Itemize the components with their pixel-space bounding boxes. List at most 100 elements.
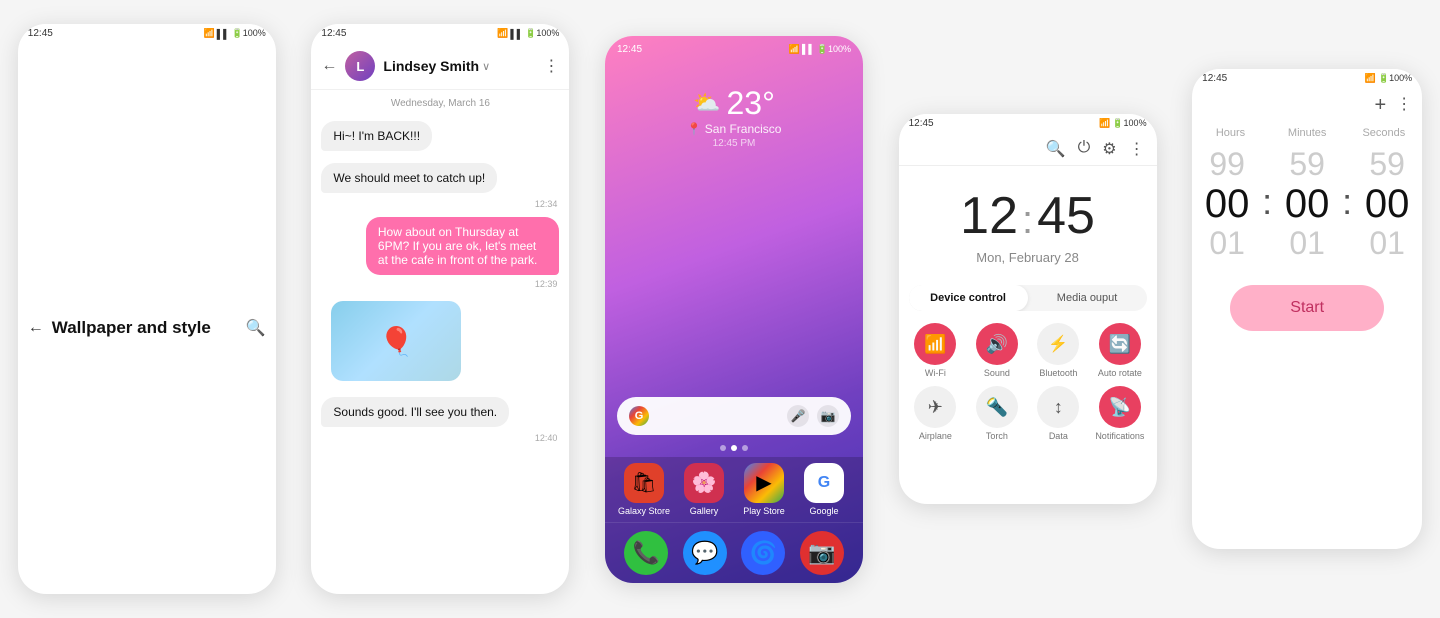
message-row-1: Hi~! I'm BACK!!!	[311, 117, 569, 155]
weather-time: 12:45 PM	[713, 138, 756, 149]
home-screen: 12:45 📶 ▌▌ 🔋100% ⛅ 23° 📍 San Francisco 1…	[605, 36, 863, 583]
more-timer-icon[interactable]: ⋮	[1396, 94, 1412, 117]
app-google[interactable]: G Google	[797, 463, 851, 516]
wifi-icon-4: 📶	[1099, 118, 1110, 129]
lock-top-icons: 🔍 ⏻ ⚙ ⋮	[899, 133, 1157, 166]
ctrl-sound-label: Sound	[984, 368, 1010, 378]
ctrl-sound[interactable]: 🔊 Sound	[970, 323, 1024, 378]
tab-media-output[interactable]: Media ouput	[1028, 285, 1147, 311]
chevron-down-icon[interactable]: ∨	[482, 60, 490, 73]
camera-search-icon[interactable]: 📷	[817, 405, 839, 427]
dock-phone[interactable]: 📞	[624, 531, 668, 575]
app-play-store[interactable]: ▶ Play Store	[737, 463, 791, 516]
more-options-icon[interactable]: ⋮	[543, 56, 559, 76]
battery-icon-home: 🔋100%	[817, 44, 851, 55]
messaging-screen: 12:45 📶 ▌▌ 🔋100% ← L Lindsey Smith ∨ ⋮ W…	[311, 24, 569, 594]
wifi-icon-home: 📶	[789, 44, 800, 55]
home-temp: 23°	[726, 85, 774, 122]
colon-2: :	[1342, 181, 1352, 227]
dock-galaxy[interactable]: 🌀	[741, 531, 785, 575]
status-time-4: 12:45	[909, 118, 934, 129]
seconds-top: 59	[1369, 147, 1405, 182]
city-name: San Francisco	[705, 122, 782, 136]
mic-icon[interactable]: 🎤	[787, 405, 809, 427]
wifi-icon-5: 📶	[1365, 73, 1376, 84]
data-circle: ↕	[1037, 386, 1079, 428]
battery-icon-5: 🔋100%	[1378, 73, 1412, 84]
status-time-5: 12:45	[1202, 73, 1227, 84]
app-galaxy-store[interactable]: 🛍 Galaxy Store	[617, 463, 671, 516]
battery-icon-4: 🔋100%	[1112, 118, 1146, 129]
status-bar-5: 12:45 📶 🔋100%	[1192, 69, 1422, 88]
message-list: Wednesday, March 16 Hi~! I'm BACK!!! We …	[311, 90, 569, 447]
status-bar-4: 12:45 📶 🔋100%	[899, 114, 1157, 133]
ctrl-notif-label: Notifications	[1095, 431, 1144, 441]
back-button[interactable]: ←	[28, 319, 44, 337]
contact-name: Lindsey Smith	[383, 58, 479, 74]
dock-camera[interactable]: 📷	[800, 531, 844, 575]
lock-icon-row: 🔍 ⏻ ⚙ ⋮	[1046, 139, 1145, 159]
search-icon-lock[interactable]: 🔍	[1046, 139, 1066, 159]
seconds-bot: 01	[1369, 226, 1405, 261]
power-icon[interactable]: ⏻	[1078, 139, 1091, 159]
quick-controls: 📶 Wi-Fi 🔊 Sound ⚡ Bluetooth 🔄 Auto rotat…	[899, 317, 1157, 447]
home-time: 12:45	[617, 44, 642, 55]
lock-tabs: Device control Media ouput	[909, 285, 1147, 311]
time-colon: :	[1022, 198, 1033, 243]
sound-circle: 🔊	[976, 323, 1018, 365]
battery-icon-2: 🔋100%	[525, 28, 559, 39]
page-dot	[742, 445, 748, 451]
hours-col: 99 00 01	[1192, 147, 1262, 261]
location-icon: 📍	[686, 122, 701, 136]
lock-hours: 12	[960, 186, 1018, 246]
msg-time: 12:39	[311, 279, 569, 289]
hours-bot: 01	[1209, 226, 1245, 261]
signal-icon-2: ▌▌	[510, 29, 523, 39]
ctrl-rotate[interactable]: 🔄 Auto rotate	[1093, 323, 1147, 378]
hours-top: 99	[1209, 147, 1245, 182]
app-label: Google	[809, 506, 838, 516]
more-icon[interactable]: ⋮	[1129, 139, 1145, 159]
app-gallery[interactable]: 🌸 Gallery	[677, 463, 731, 516]
weather-icon: ⛅	[693, 90, 720, 116]
settings-icon[interactable]: ⚙	[1102, 139, 1116, 159]
ctrl-wifi[interactable]: 📶 Wi-Fi	[909, 323, 963, 378]
app-label: Gallery	[690, 506, 719, 516]
message-row-3: How about on Thursday at 6PM? If you are…	[311, 213, 569, 289]
back-button-msg[interactable]: ←	[321, 57, 337, 75]
seconds-header: Seconds	[1356, 127, 1413, 139]
lock-date: Mon, February 28	[899, 250, 1157, 265]
ctrl-data-label: Data	[1049, 431, 1068, 441]
add-timer-icon[interactable]: +	[1374, 94, 1386, 117]
ctrl-torch[interactable]: 🔦 Torch	[970, 386, 1024, 441]
ctrl-bluetooth[interactable]: ⚡ Bluetooth	[1032, 323, 1086, 378]
tab-device-control[interactable]: Device control	[909, 285, 1028, 311]
ctrl-airplane[interactable]: ✈ Airplane	[909, 386, 963, 441]
msg-image-bubble: 🎈	[331, 301, 461, 381]
google-logo: G	[629, 406, 649, 426]
ctrl-notifications[interactable]: 📡 Notifications	[1093, 386, 1147, 441]
quick-settings-screen: 12:45 📶 🔋100% 🔍 ⏻ ⚙ ⋮ 12 : 45 Mon, Febru…	[899, 114, 1157, 504]
msg-top-bar: ← L Lindsey Smith ∨ ⋮	[311, 43, 569, 90]
dock-messages[interactable]: 💬	[683, 531, 727, 575]
page-dot	[720, 445, 726, 451]
hours-header: Hours	[1202, 127, 1259, 139]
seconds-col: 59 00 01	[1352, 147, 1422, 261]
status-bar-1: 12:45 📶 ▌▌ 🔋100%	[18, 24, 276, 43]
search-icon[interactable]: 🔍	[246, 318, 266, 338]
msg-bubble-left: Sounds good. I'll see you then.	[321, 397, 509, 427]
app-icon-img: G	[804, 463, 844, 503]
page-title: Wallpaper and style	[52, 318, 238, 338]
status-icons-1: 📶 ▌▌ 🔋100%	[204, 28, 266, 39]
home-search-bar[interactable]: G 🎤 📷	[617, 397, 851, 435]
wifi-circle: 📶	[914, 323, 956, 365]
signal-icon-home: ▌▌	[802, 44, 815, 54]
start-button[interactable]: Start	[1230, 285, 1384, 331]
ctrl-data[interactable]: ↕ Data	[1032, 386, 1086, 441]
msg-bubble-left: Hi~! I'm BACK!!!	[321, 121, 432, 151]
msg-bubble-right: How about on Thursday at 6PM? If you are…	[366, 217, 560, 275]
timer-picker: 99 00 01 : 59 00 01 : 59 00 01	[1192, 143, 1422, 265]
rotate-circle: 🔄	[1099, 323, 1141, 365]
app-grid: 🛍 Galaxy Store 🌸 Gallery ▶ Play Store G …	[605, 457, 863, 522]
status-icons-2: 📶 ▌▌ 🔋100%	[497, 28, 559, 39]
